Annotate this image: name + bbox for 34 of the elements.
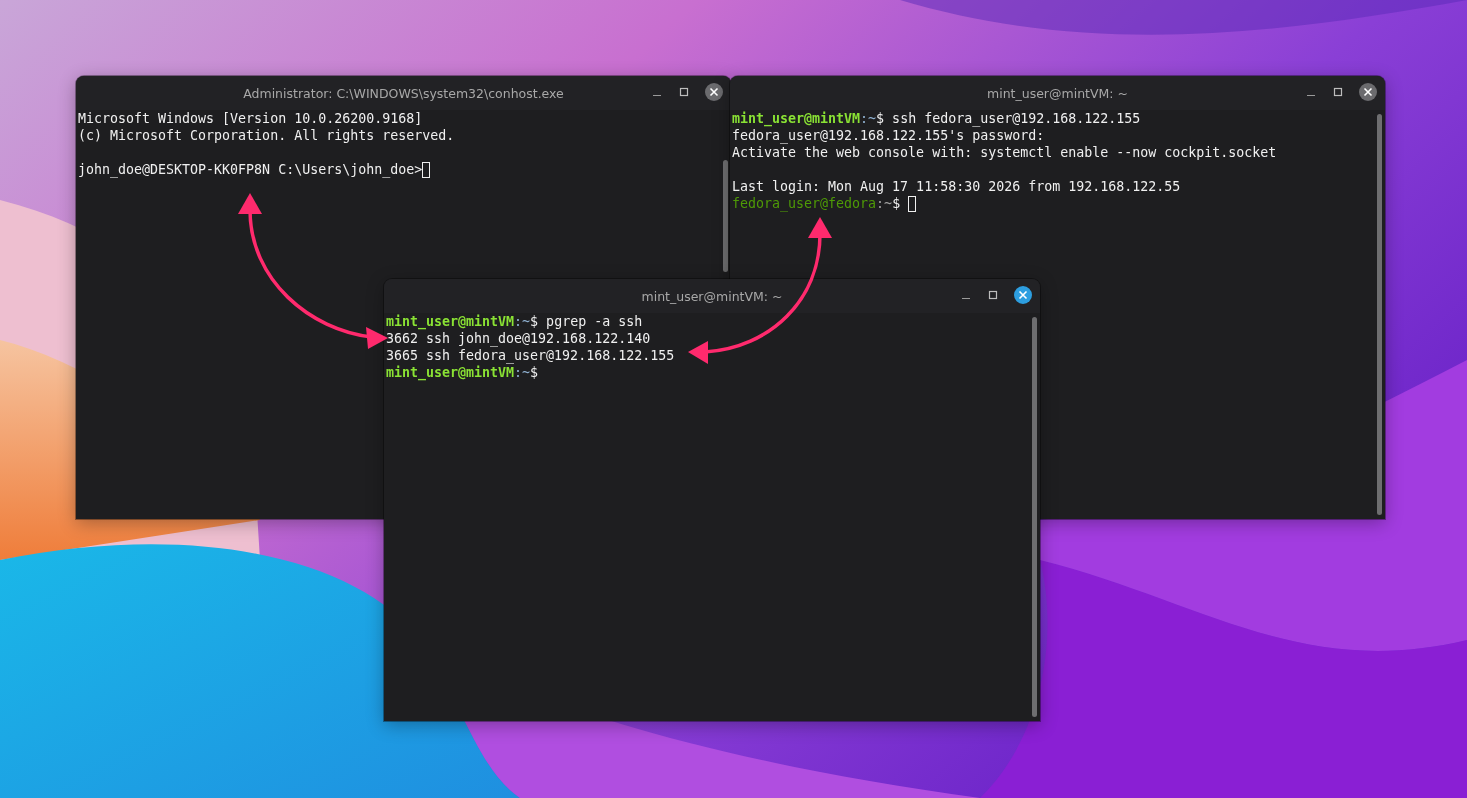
window-title: mint_user@mintVM: ~	[987, 85, 1128, 101]
cursor	[908, 195, 917, 212]
scrollbar[interactable]	[1032, 317, 1037, 717]
terminal-text: Microsoft Windows [Version 10.0.26200.9168]	[78, 110, 423, 127]
terminal-text: john_doe@DESKTOP-KK0FP8N C:\Users\john_doe>	[78, 161, 423, 178]
prompt-text: fedora_user@fedora	[732, 195, 877, 212]
prompt-text: mint_user@mintVM	[386, 364, 515, 381]
terminal-text: 3665 ssh fedora_user@192.168.122.155	[386, 347, 675, 364]
terminal-text: 3662 ssh john_doe@192.168.122.140	[386, 330, 651, 347]
terminal-text: $	[530, 364, 539, 381]
path-text: :~	[860, 110, 877, 127]
maximize-icon[interactable]	[1332, 86, 1344, 98]
path-text: :~	[514, 313, 531, 330]
prompt-text: mint_user@mintVM	[386, 313, 515, 330]
close-icon[interactable]	[1359, 83, 1377, 101]
terminal-text: $ pgrep -a ssh	[530, 313, 643, 330]
cursor	[422, 161, 431, 178]
close-icon[interactable]	[705, 83, 723, 101]
terminal-text: $	[892, 195, 902, 212]
close-icon[interactable]	[1014, 286, 1032, 304]
path-text: :~	[514, 364, 531, 381]
path-text: :~	[876, 195, 893, 212]
scrollbar[interactable]	[723, 160, 728, 272]
maximize-icon[interactable]	[987, 289, 999, 301]
maximize-icon[interactable]	[678, 86, 690, 98]
terminal-text: (c) Microsoft Corporation. All rights reserved.	[78, 127, 455, 144]
terminal-text: Last login: Mon Aug 17 11:58:30 2026 from 192.168.122.55	[732, 178, 1181, 195]
terminal-text: Activate the web console with: systemctl enable --now cockpit.socket	[732, 144, 1277, 161]
prompt-text: mint_user@mintVM	[732, 110, 861, 127]
window-title: mint_user@mintVM: ~	[641, 288, 783, 304]
scrollbar[interactable]	[1377, 114, 1382, 515]
terminal-text: $ ssh fedora_user@192.168.122.155	[876, 110, 1141, 127]
window-title: Administrator: C:\WINDOWS\system32\conhost.exe	[243, 85, 564, 101]
terminal-text: fedora_user@192.168.122.155's password:	[732, 127, 1045, 144]
